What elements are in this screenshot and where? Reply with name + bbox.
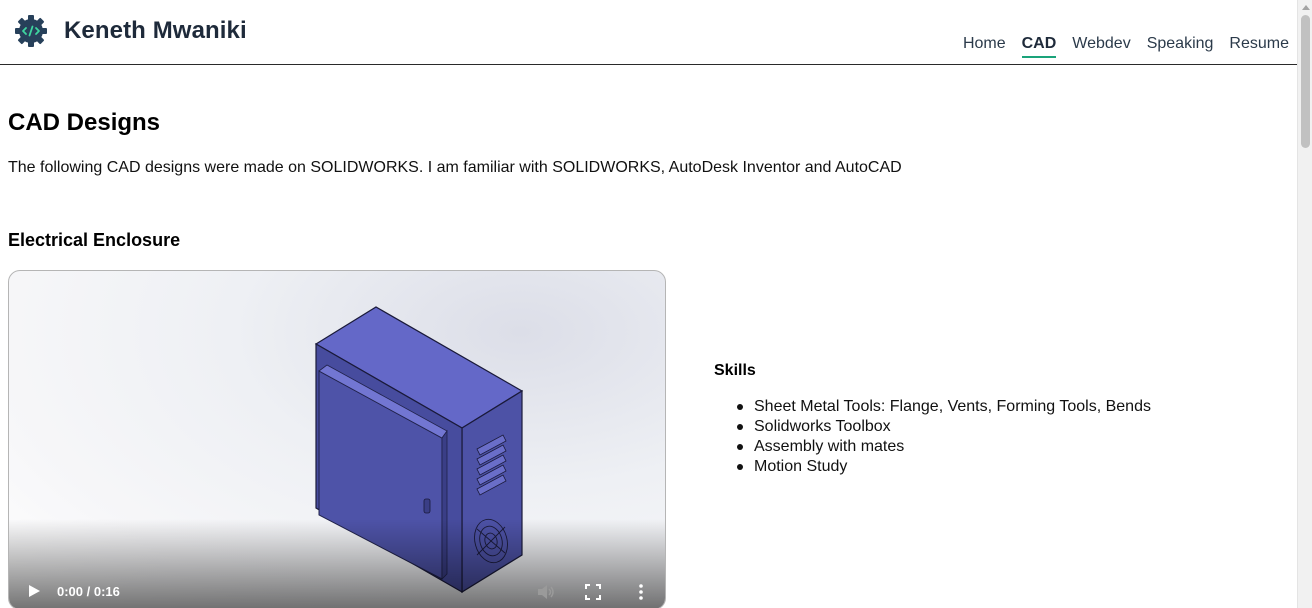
page-scrollbar[interactable] xyxy=(1297,0,1312,608)
skill-item: Motion Study xyxy=(737,457,1151,477)
nav-webdev[interactable]: Webdev xyxy=(1072,35,1130,58)
section-title: Electrical Enclosure xyxy=(8,230,181,250)
enclosure-video-player[interactable]: 0:00 / 0:16 xyxy=(8,270,666,608)
skills-list: Sheet Metal Tools: Flange, Vents, Formin… xyxy=(737,397,1151,477)
video-time: 0:00 / 0:16 xyxy=(57,584,120,599)
scroll-up-arrow-icon[interactable] xyxy=(1302,5,1310,10)
main-nav: Home CAD Webdev Speaking Resume xyxy=(963,35,1289,58)
nav-resume[interactable]: Resume xyxy=(1229,35,1289,58)
fullscreen-icon[interactable] xyxy=(585,584,601,600)
skill-item: Assembly with mates xyxy=(737,437,1151,457)
skill-item: Sheet Metal Tools: Flange, Vents, Formin… xyxy=(737,398,1151,415)
skills-heading: Skills xyxy=(714,362,756,379)
intro-text: The following CAD designs were made on S… xyxy=(8,159,902,176)
play-icon[interactable] xyxy=(27,584,41,598)
skill-item: Solidworks Toolbox xyxy=(737,417,1151,437)
nav-speaking[interactable]: Speaking xyxy=(1147,35,1214,58)
code-gear-icon[interactable] xyxy=(14,14,48,48)
nav-cad[interactable]: CAD xyxy=(1021,35,1057,58)
brand-name[interactable]: Keneth Mwaniki xyxy=(64,17,247,45)
nav-home[interactable]: Home xyxy=(963,35,1006,58)
site-header: Keneth Mwaniki Home CAD Webdev Speaking … xyxy=(0,0,1297,65)
more-options-icon[interactable] xyxy=(637,583,645,601)
scroll-thumb[interactable] xyxy=(1301,15,1310,148)
mute-icon[interactable] xyxy=(537,584,555,600)
page-title: CAD Designs xyxy=(8,109,161,136)
